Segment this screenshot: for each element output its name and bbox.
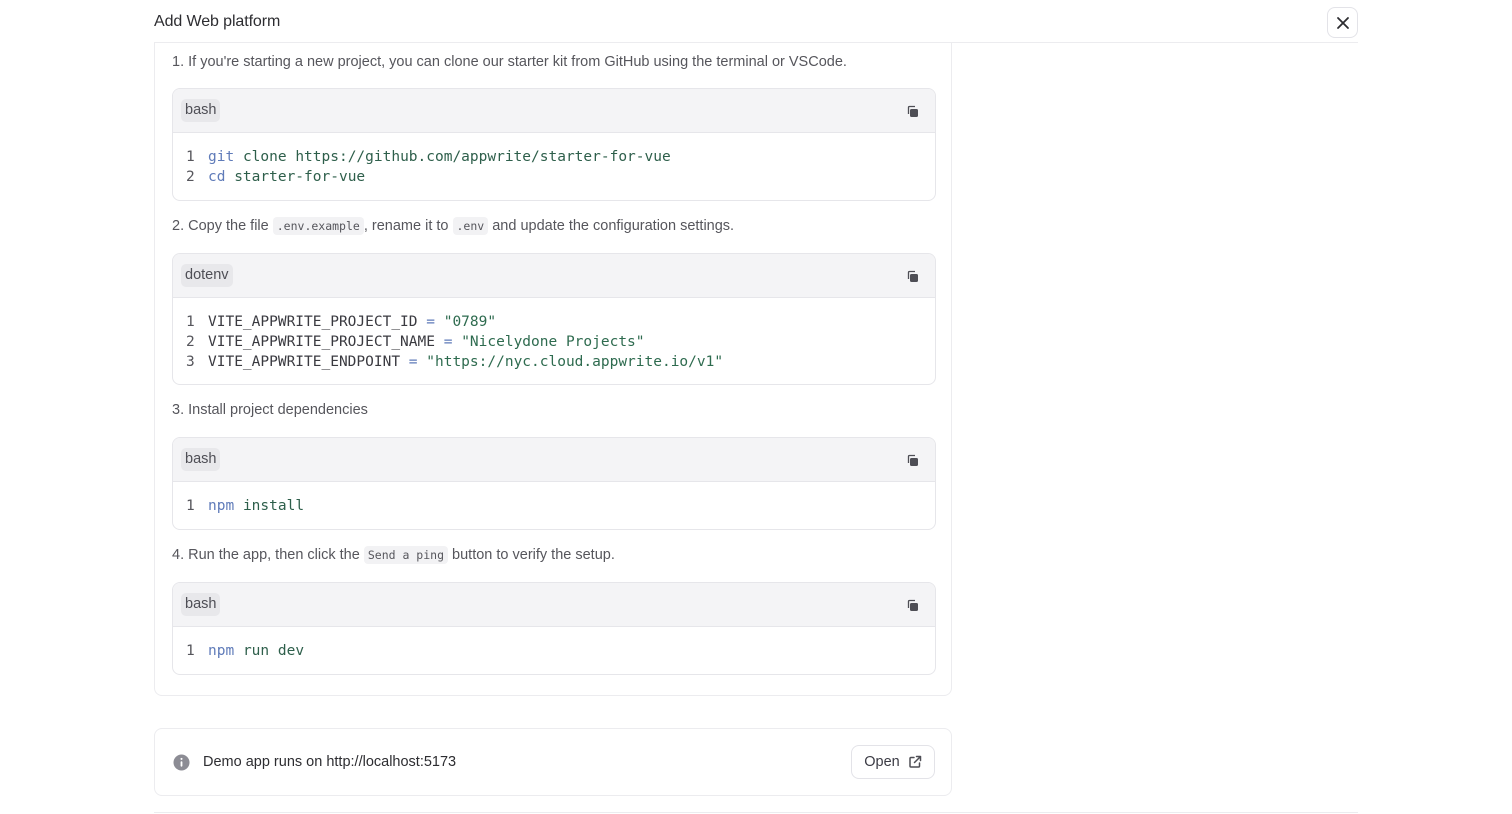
code-block-install: bash 1 npm install bbox=[172, 437, 936, 530]
step-2-text: 2. Copy the file .env.example, rename it… bbox=[172, 217, 735, 235]
code-identifier: VITE_APPWRITE_PROJECT_NAME bbox=[208, 334, 435, 350]
code-block-dotenv: dotenv 1 VITE_APPWRITE_PROJECT_ID = "0789… bbox=[172, 253, 936, 385]
copy-icon bbox=[907, 270, 918, 282]
close-button[interactable] bbox=[1327, 7, 1358, 38]
demo-url-text: Demo app runs on http://localhost:5173 bbox=[203, 754, 457, 770]
code-string: "Nicelydone Projects" bbox=[461, 334, 645, 350]
language-badge: bash bbox=[181, 99, 221, 122]
code-block-run: bash 1 npm run dev bbox=[172, 582, 936, 675]
inline-code-send-a-ping: Send a ping bbox=[363, 546, 449, 564]
info-icon bbox=[173, 754, 190, 771]
step-4-text: 4. Run the app, then click the Send a pi… bbox=[172, 546, 615, 564]
code-text: clone https://github.com/appwrite/starte… bbox=[242, 149, 671, 165]
line-number: 1 bbox=[186, 643, 195, 659]
step-1-text: 1. If you're starting a new project, you… bbox=[172, 54, 847, 70]
code-line: 1 git clone https://github.com/appwrite/s… bbox=[186, 147, 935, 167]
copy-button[interactable] bbox=[903, 451, 921, 469]
step-1-label: 1. If you're starting a new project, you… bbox=[172, 54, 847, 70]
code-line: 1 npm install bbox=[186, 496, 935, 516]
external-link-icon bbox=[908, 755, 921, 768]
demo-info-card: Demo app runs on http://localhost:5173 O… bbox=[154, 728, 952, 796]
step-2-text-part: and update the configuration settings. bbox=[488, 218, 735, 234]
line-number: 2 bbox=[186, 169, 195, 185]
code-operator: = bbox=[443, 334, 453, 350]
code-text: install bbox=[242, 498, 305, 514]
code-line: 1 npm run dev bbox=[186, 641, 935, 661]
open-demo-button[interactable]: Open bbox=[851, 745, 935, 779]
copy-icon bbox=[907, 599, 918, 611]
code-block-clone: bash 1 git clone https://github.com/appwr… bbox=[172, 88, 936, 201]
code-line: 2 cd starter-for-vue bbox=[186, 167, 935, 187]
code-body: 1 git clone https://github.com/appwrite/s… bbox=[173, 133, 935, 187]
modal-title: Add Web platform bbox=[154, 13, 281, 30]
code-text: run dev bbox=[242, 643, 305, 659]
code-identifier: VITE_APPWRITE_PROJECT_ID bbox=[208, 314, 418, 330]
close-icon bbox=[1336, 16, 1349, 29]
code-block-header: dotenv bbox=[173, 254, 935, 298]
copy-icon bbox=[907, 454, 918, 466]
line-number: 3 bbox=[186, 354, 195, 370]
code-identifier: VITE_APPWRITE_ENDPOINT bbox=[208, 354, 401, 370]
copy-button[interactable] bbox=[903, 267, 921, 285]
inline-code-env-example: .env.example bbox=[272, 217, 364, 235]
line-number: 1 bbox=[186, 314, 195, 330]
setup-steps-card: 1. If you're starting a new project, you… bbox=[154, 43, 952, 696]
line-number: 1 bbox=[186, 498, 195, 514]
step-4-text-part: button to verify the setup. bbox=[448, 547, 615, 563]
line-number: 1 bbox=[186, 149, 195, 165]
code-string: "https://nyc.cloud.appwrite.io/v1" bbox=[426, 354, 724, 370]
language-badge: dotenv bbox=[181, 264, 233, 287]
open-button-label: Open bbox=[864, 754, 900, 770]
copy-button[interactable] bbox=[903, 596, 921, 614]
code-block-header: bash bbox=[173, 583, 935, 627]
language-badge: bash bbox=[181, 593, 221, 616]
code-body: 1 VITE_APPWRITE_PROJECT_ID = "0789" 2 VITE… bbox=[173, 298, 935, 372]
code-body: 1 npm run dev bbox=[173, 627, 935, 661]
code-operator: = bbox=[426, 314, 435, 330]
step-2-text-part: 2. Copy the file bbox=[172, 218, 273, 234]
code-line: 2 VITE_APPWRITE_PROJECT_NAME = "Nicelydon… bbox=[186, 332, 935, 352]
code-keyword: git bbox=[208, 149, 235, 165]
copy-icon bbox=[907, 105, 918, 117]
line-number: 2 bbox=[186, 334, 195, 350]
code-keyword: cd bbox=[208, 169, 226, 185]
footer-divider bbox=[154, 812, 1358, 813]
modal-header: Add Web platform bbox=[154, 0, 1358, 43]
code-block-header: bash bbox=[173, 438, 935, 482]
inline-code-env: .env bbox=[452, 217, 489, 235]
code-string: "0789" bbox=[443, 314, 497, 330]
code-block-header: bash bbox=[173, 89, 935, 133]
step-3-text: 3. Install project dependencies bbox=[172, 402, 368, 418]
step-3-label: 3. Install project dependencies bbox=[172, 402, 368, 418]
code-body: 1 npm install bbox=[173, 482, 935, 516]
step-2-text-part: , rename it to bbox=[363, 218, 453, 234]
code-line: 1 VITE_APPWRITE_PROJECT_ID = "0789" bbox=[186, 312, 935, 332]
code-keyword: npm bbox=[208, 643, 235, 659]
code-keyword: npm bbox=[208, 498, 235, 514]
language-badge: bash bbox=[181, 448, 221, 471]
step-4-text-part: 4. Run the app, then click the bbox=[172, 547, 364, 563]
code-line: 3 VITE_APPWRITE_ENDPOINT = "https://nyc.c… bbox=[186, 352, 935, 372]
copy-button[interactable] bbox=[903, 102, 921, 120]
code-text: starter-for-vue bbox=[234, 169, 366, 185]
code-operator: = bbox=[408, 354, 418, 370]
